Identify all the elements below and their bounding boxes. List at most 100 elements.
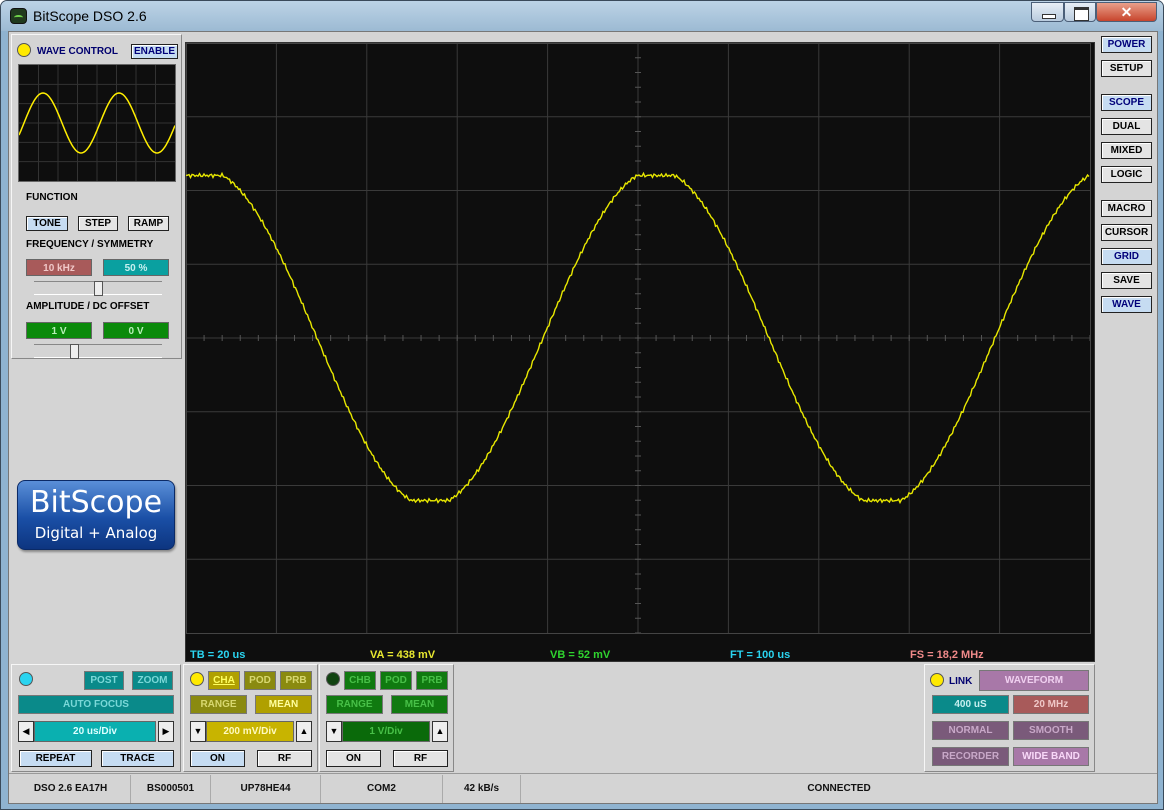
fs-readout: FS = 18,2 MHz — [910, 649, 984, 661]
status-device-id: BS000501 — [131, 775, 211, 803]
link-led-icon — [930, 673, 944, 687]
cha-volts-per-div[interactable]: 200 mV/Div — [206, 721, 294, 742]
chb-rf-button[interactable]: RF — [393, 750, 448, 767]
frequency-field[interactable]: 10 kHz — [26, 259, 92, 276]
function-label: FUNCTION — [26, 192, 78, 203]
cha-rf-button[interactable]: RF — [257, 750, 312, 767]
chb-prb-button[interactable]: PRB — [416, 671, 448, 690]
close-button[interactable]: ✕ — [1096, 2, 1157, 22]
chb-mean-button[interactable]: MEAN — [391, 695, 448, 714]
maximize-button[interactable] — [1064, 2, 1096, 22]
tone-button[interactable]: TONE — [26, 216, 68, 231]
status-port: COM2 — [321, 775, 443, 803]
chb-on-button[interactable]: ON — [326, 750, 381, 767]
wide-band-button[interactable]: WIDE BAND — [1013, 747, 1089, 766]
chb-range-down-button[interactable]: ▼ — [326, 721, 342, 742]
timebase-increase-button[interactable]: ▶ — [158, 721, 174, 742]
timebase-value[interactable]: 20 us/Div — [34, 721, 156, 742]
client-area: WAVE CONTROL ENABLE FUNCTION TONE STEP R… — [8, 31, 1158, 804]
frequency-slider-knob[interactable] — [94, 281, 103, 296]
recorder-button[interactable]: RECORDER — [932, 747, 1009, 766]
chb-volts-per-div[interactable]: 1 V/Div — [342, 721, 430, 742]
chb-pod-button[interactable]: POD — [380, 671, 412, 690]
timebase-decrease-button[interactable]: ◀ — [18, 721, 34, 742]
title-bar[interactable]: BitScope DSO 2.6 ✕ — [1, 1, 1163, 31]
cha-range-button[interactable]: RANGE — [190, 695, 247, 714]
bitscope-logo: BitScope Digital + Analog — [17, 480, 175, 550]
post-button[interactable]: POST — [84, 671, 124, 690]
ft-readout: FT = 100 us — [730, 649, 791, 661]
repeat-button[interactable]: REPEAT — [19, 750, 92, 767]
status-connection: CONNECTED — [807, 783, 871, 794]
macro-button[interactable]: MACRO — [1101, 200, 1152, 217]
chb-led-icon — [326, 672, 340, 686]
chb-range-up-button[interactable]: ▲ — [432, 721, 448, 742]
dual-button[interactable]: DUAL — [1101, 118, 1152, 135]
cha-pod-button[interactable]: POD — [244, 671, 276, 690]
logic-button[interactable]: LOGIC — [1101, 166, 1152, 183]
smooth-button[interactable]: SMOOTH — [1013, 721, 1089, 740]
step-button[interactable]: STEP — [78, 216, 118, 231]
status-divider — [9, 773, 1157, 774]
cursor-button[interactable]: CURSOR — [1101, 224, 1152, 241]
scope-button[interactable]: SCOPE — [1101, 94, 1152, 111]
mixed-button[interactable]: MIXED — [1101, 142, 1152, 159]
auto-focus-button[interactable]: AUTO FOCUS — [18, 695, 174, 714]
bandwidth-field[interactable]: 20 MHz — [1013, 695, 1089, 714]
scope-plot — [186, 43, 1091, 634]
cha-range-up-button[interactable]: ▲ — [296, 721, 312, 742]
status-version: DSO 2.6 EA17H — [11, 775, 131, 803]
va-readout: VA = 438 mV — [370, 649, 436, 661]
close-icon: ✕ — [1120, 4, 1133, 20]
dc-offset-field[interactable]: 0 V — [103, 322, 169, 339]
bitscope-app-icon — [10, 8, 27, 24]
link-panel: LINK WAVEFORM 400 uS 20 MHz NORMAL SMOOT… — [924, 664, 1095, 772]
wave-preview-plot — [18, 65, 176, 181]
enable-button[interactable]: ENABLE — [131, 44, 178, 59]
amplitude-slider[interactable] — [34, 344, 162, 359]
frequency-slider[interactable] — [34, 281, 162, 296]
wave-preview-grid — [19, 65, 175, 181]
grid-button[interactable]: GRID — [1101, 248, 1152, 265]
scope-grid — [186, 43, 1091, 634]
cha-led-icon — [190, 672, 204, 686]
status-data-rate: 42 kB/s — [443, 775, 521, 803]
logo-title: BitScope — [29, 485, 163, 520]
zoom-button[interactable]: ZOOM — [132, 671, 173, 690]
setup-button[interactable]: SETUP — [1101, 60, 1152, 77]
ramp-button[interactable]: RAMP — [128, 216, 169, 231]
cha-mean-button[interactable]: MEAN — [255, 695, 312, 714]
logo-subtitle: Digital + Analog — [34, 524, 158, 542]
link-label: LINK — [949, 676, 973, 687]
wave-control-panel: WAVE CONTROL ENABLE FUNCTION TONE STEP R… — [11, 34, 182, 359]
wave-button[interactable]: WAVE — [1101, 296, 1152, 313]
trace-button[interactable]: TRACE — [101, 750, 174, 767]
power-button[interactable]: POWER — [1101, 36, 1152, 53]
channel-b-panel: CHB POD PRB RANGE MEAN ▼ 1 V/Div ▲ ON RF — [319, 664, 454, 772]
normal-button[interactable]: NORMAL — [932, 721, 1009, 740]
chb-range-button[interactable]: RANGE — [326, 695, 383, 714]
app-window: BitScope DSO 2.6 ✕ WAVE CONTROL ENABLE F… — [0, 0, 1164, 810]
chb-button[interactable]: CHB — [344, 671, 376, 690]
cha-on-button[interactable]: ON — [190, 750, 245, 767]
frequency-symmetry-label: FREQUENCY / SYMMETRY — [26, 239, 154, 250]
scope-display[interactable]: TB = 20 us VA = 438 mV VB = 52 mV FT = 1… — [185, 42, 1095, 662]
save-button[interactable]: SAVE — [1101, 272, 1152, 289]
vb-readout: VB = 52 mV — [550, 649, 611, 661]
amplitude-field[interactable]: 1 V — [26, 322, 92, 339]
timebase-readout: TB = 20 us — [190, 649, 246, 661]
cha-prb-button[interactable]: PRB — [280, 671, 312, 690]
amplitude-slider-knob[interactable] — [70, 344, 79, 359]
status-firmware: UP78HE44 — [211, 775, 321, 803]
wave-control-title: WAVE CONTROL — [37, 46, 118, 57]
waveform-button[interactable]: WAVEFORM — [979, 670, 1089, 691]
cha-range-down-button[interactable]: ▼ — [190, 721, 206, 742]
sample-rate-field[interactable]: 400 uS — [932, 695, 1009, 714]
cha-button[interactable]: CHA — [208, 671, 240, 690]
minimize-button[interactable] — [1031, 2, 1064, 22]
timebase-led-icon — [19, 672, 33, 686]
window-title: BitScope DSO 2.6 — [33, 8, 147, 24]
channel-a-panel: CHA POD PRB RANGE MEAN ▼ 200 mV/Div ▲ ON… — [183, 664, 318, 772]
amplitude-offset-label: AMPLITUDE / DC OFFSET — [26, 301, 150, 312]
symmetry-field[interactable]: 50 % — [103, 259, 169, 276]
